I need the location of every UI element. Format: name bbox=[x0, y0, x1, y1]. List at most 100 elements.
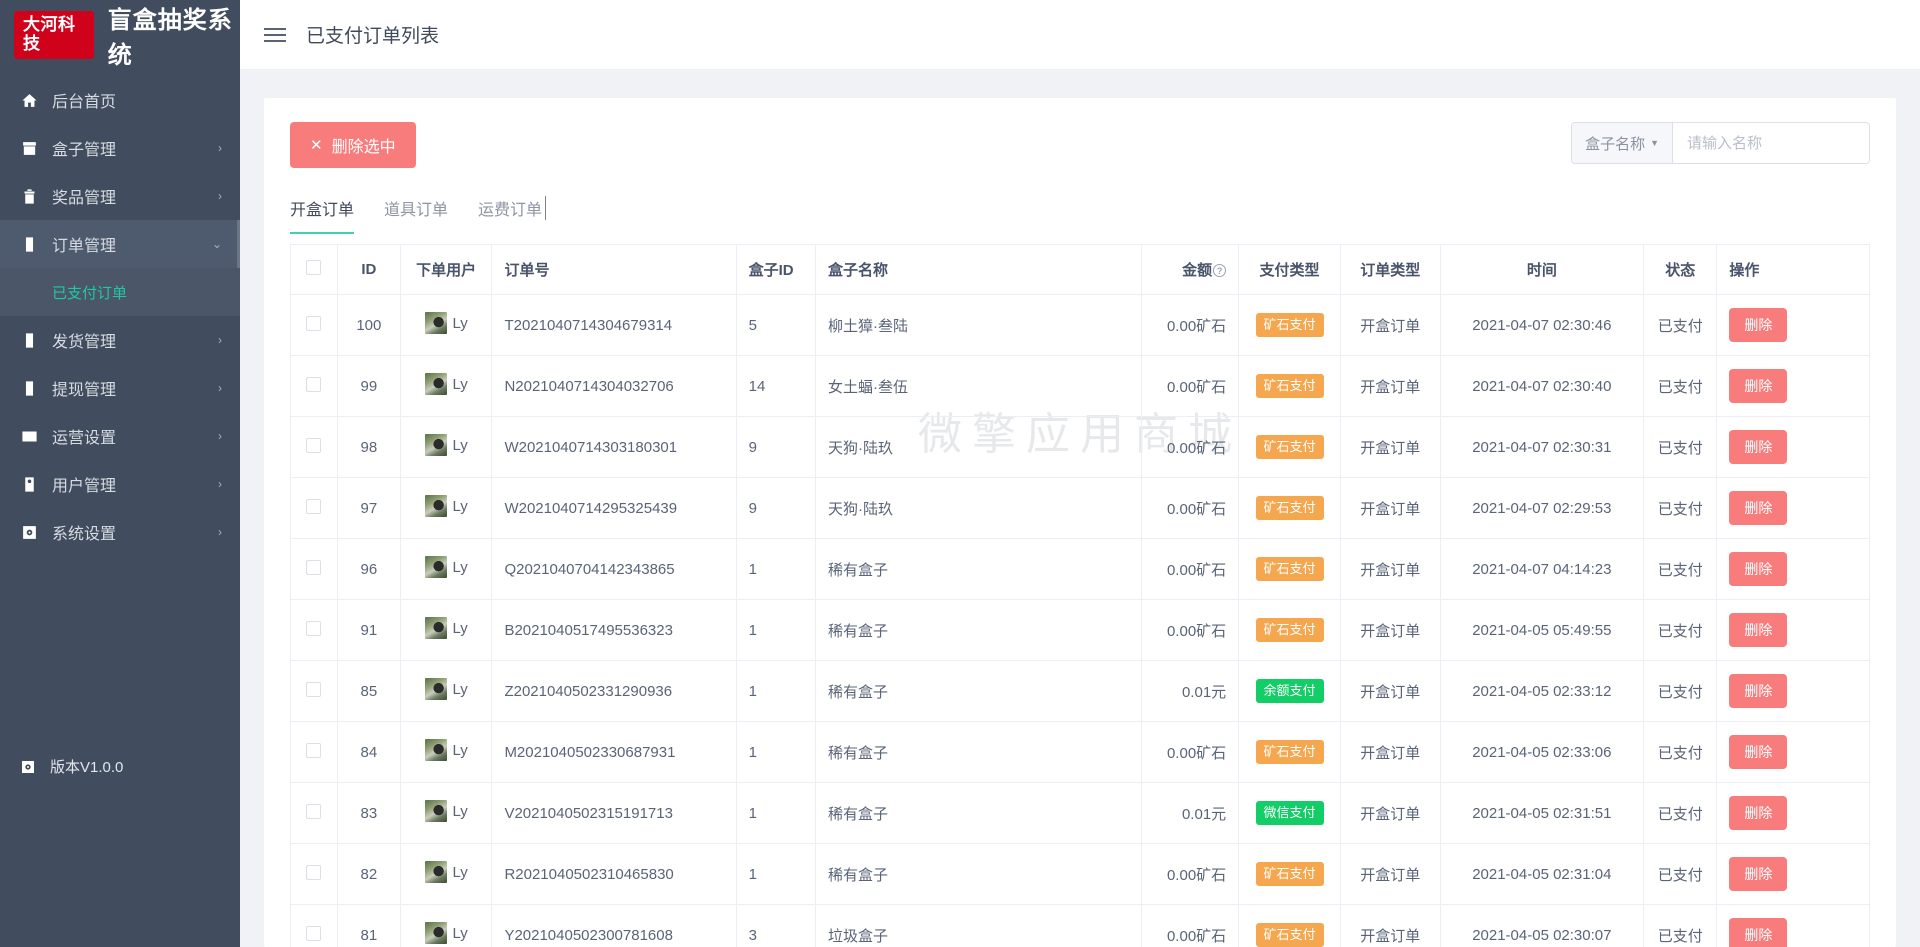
payment-badge: 矿石支付 bbox=[1255, 435, 1324, 459]
sidebar-item-system-settings[interactable]: 系统设置 › bbox=[0, 508, 240, 556]
delete-row-button[interactable]: 删除 bbox=[1729, 430, 1788, 464]
sidebar-item-label: 订单管理 bbox=[52, 238, 117, 255]
avatar bbox=[424, 312, 447, 334]
tab-shipping-fee-orders[interactable]: 运费订单 bbox=[478, 196, 547, 233]
avatar bbox=[424, 739, 447, 761]
table-row: 82 Ly R2021040502310465830 1 稀有盒子 0.00矿石 矿石支付开… bbox=[290, 843, 1870, 905]
row-checkbox[interactable] bbox=[306, 376, 322, 392]
delete-row-button[interactable]: 删除 bbox=[1729, 796, 1788, 830]
cell-status: 已支付 bbox=[1643, 294, 1718, 356]
toolbar: ✕ 删除选中 盒子名称 ▼ bbox=[290, 122, 1870, 168]
col-time: 时间 bbox=[1440, 244, 1645, 295]
delete-row-button[interactable]: 删除 bbox=[1729, 735, 1788, 769]
cell-box-name: 垃圾盒子 bbox=[815, 904, 1142, 947]
delete-row-button[interactable]: 删除 bbox=[1729, 918, 1788, 947]
avatar bbox=[424, 678, 447, 700]
tab-label: 道具订单 bbox=[384, 202, 449, 219]
row-select-cell bbox=[290, 782, 338, 844]
col-actions: 操作 bbox=[1716, 244, 1870, 295]
row-checkbox[interactable] bbox=[306, 498, 322, 514]
row-checkbox[interactable] bbox=[306, 559, 322, 575]
cell-actions: 删除 bbox=[1716, 843, 1870, 905]
help-icon[interactable]: ? bbox=[1213, 264, 1227, 277]
sidebar-item-operation-settings[interactable]: 运营设置 › bbox=[0, 412, 240, 460]
cell-box-name: 天狗·陆玖 bbox=[815, 416, 1142, 478]
cell-time: 2021-04-07 02:30:40 bbox=[1440, 355, 1645, 417]
payment-badge: 矿石支付 bbox=[1255, 374, 1324, 398]
cell-order-no: W2021040714303180301 bbox=[491, 416, 737, 478]
cell-order-no: W2021040714295325439 bbox=[491, 477, 737, 539]
settings-icon bbox=[20, 523, 38, 541]
cell-box-id: 14 bbox=[736, 355, 816, 417]
cell-order-no: Q2021040704142343865 bbox=[491, 538, 737, 600]
col-status: 状态 bbox=[1643, 244, 1718, 295]
tab-item-orders[interactable]: 道具订单 bbox=[384, 196, 448, 233]
tab-label: 开盒订单 bbox=[290, 202, 355, 219]
orders-table-head: ID 下单用户 订单号 盒子ID 盒子名称 金额? 支付类型 订单类型 时间 状… bbox=[290, 244, 1870, 295]
select-all-checkbox[interactable] bbox=[306, 260, 322, 275]
cell-order-no: B2021040517495536323 bbox=[491, 599, 737, 661]
cell-box-name: 稀有盒子 bbox=[815, 538, 1142, 600]
avatar bbox=[424, 922, 447, 944]
cell-id: 100 bbox=[337, 294, 401, 356]
user-name: Ly bbox=[452, 741, 468, 759]
cell-status: 已支付 bbox=[1643, 599, 1718, 661]
chevron-down-icon: ⌄ bbox=[211, 237, 222, 251]
cell-time: 2021-04-07 02:29:53 bbox=[1440, 477, 1645, 539]
cell-box-id: 1 bbox=[736, 782, 816, 844]
sidebar-item-label: 系统设置 bbox=[52, 526, 117, 543]
search-input[interactable] bbox=[1673, 123, 1869, 163]
row-checkbox[interactable] bbox=[306, 315, 322, 331]
payment-badge: 矿石支付 bbox=[1255, 496, 1324, 520]
sidebar-subitem-paid-orders[interactable]: 已支付订单 bbox=[0, 268, 240, 316]
sidebar-item-order-management[interactable]: 订单管理 ⌄ bbox=[0, 220, 240, 268]
search-field-select[interactable]: 盒子名称 ▼ bbox=[1572, 123, 1673, 163]
cell-user: Ly bbox=[400, 782, 493, 844]
cell-user: Ly bbox=[400, 599, 493, 661]
delete-row-button[interactable]: 删除 bbox=[1729, 857, 1788, 891]
sidebar-item-withdraw-management[interactable]: 提现管理 › bbox=[0, 364, 240, 412]
delete-row-button[interactable]: 删除 bbox=[1729, 552, 1788, 586]
cell-actions: 删除 bbox=[1716, 477, 1870, 539]
sidebar-item-user-management[interactable]: 用户管理 › bbox=[0, 460, 240, 508]
cell-status: 已支付 bbox=[1643, 538, 1718, 600]
cell-user: Ly bbox=[400, 538, 493, 600]
cell-id: 98 bbox=[337, 416, 401, 478]
row-checkbox[interactable] bbox=[306, 925, 322, 941]
row-checkbox[interactable] bbox=[306, 681, 322, 697]
sidebar-item-box-management[interactable]: 盒子管理 › bbox=[0, 124, 240, 172]
orders-table: ID 下单用户 订单号 盒子ID 盒子名称 金额? 支付类型 订单类型 时间 状… bbox=[290, 244, 1870, 947]
sidebar-subnav-orders: 已支付订单 bbox=[0, 268, 240, 316]
tab-open-box-orders[interactable]: 开盒订单 bbox=[290, 196, 355, 234]
cell-id: 96 bbox=[337, 538, 401, 600]
delete-row-button[interactable]: 删除 bbox=[1729, 674, 1788, 708]
cell-box-id: 1 bbox=[736, 538, 816, 600]
chevron-right-icon: › bbox=[218, 477, 222, 491]
cell-status: 已支付 bbox=[1643, 721, 1718, 783]
cell-actions: 删除 bbox=[1716, 599, 1870, 661]
delete-row-button[interactable]: 删除 bbox=[1729, 613, 1788, 647]
row-checkbox[interactable] bbox=[306, 620, 322, 636]
cell-box-id: 5 bbox=[736, 294, 816, 356]
cell-time: 2021-04-07 02:30:46 bbox=[1440, 294, 1645, 356]
delete-selected-button[interactable]: ✕ 删除选中 bbox=[290, 122, 416, 168]
cell-box-name: 稀有盒子 bbox=[815, 660, 1142, 722]
delete-row-button[interactable]: 删除 bbox=[1729, 369, 1788, 403]
sidebar-item-shipping-management[interactable]: 发货管理 › bbox=[0, 316, 240, 364]
cell-status: 已支付 bbox=[1643, 416, 1718, 478]
cell-id: 83 bbox=[337, 782, 401, 844]
row-checkbox[interactable] bbox=[306, 742, 322, 758]
cell-box-id: 1 bbox=[736, 721, 816, 783]
delete-row-button[interactable]: 删除 bbox=[1729, 308, 1788, 342]
user-name: Ly bbox=[452, 314, 468, 332]
table-row: 85 Ly Z2021040502331290936 1 稀有盒子 0.01元 余额支付 开盒… bbox=[290, 660, 1870, 722]
sidebar-item-dashboard[interactable]: 后台首页 bbox=[0, 76, 240, 124]
cell-order-type: 开盒订单 bbox=[1340, 477, 1441, 539]
row-checkbox[interactable] bbox=[306, 864, 322, 880]
row-checkbox[interactable] bbox=[306, 437, 322, 453]
menu-toggle-icon[interactable] bbox=[264, 27, 286, 42]
delete-row-button[interactable]: 删除 bbox=[1729, 491, 1788, 525]
sidebar-item-prize-management[interactable]: 奖品管理 › bbox=[0, 172, 240, 220]
search-field-label: 盒子名称 bbox=[1585, 135, 1646, 153]
row-checkbox[interactable] bbox=[306, 803, 322, 819]
